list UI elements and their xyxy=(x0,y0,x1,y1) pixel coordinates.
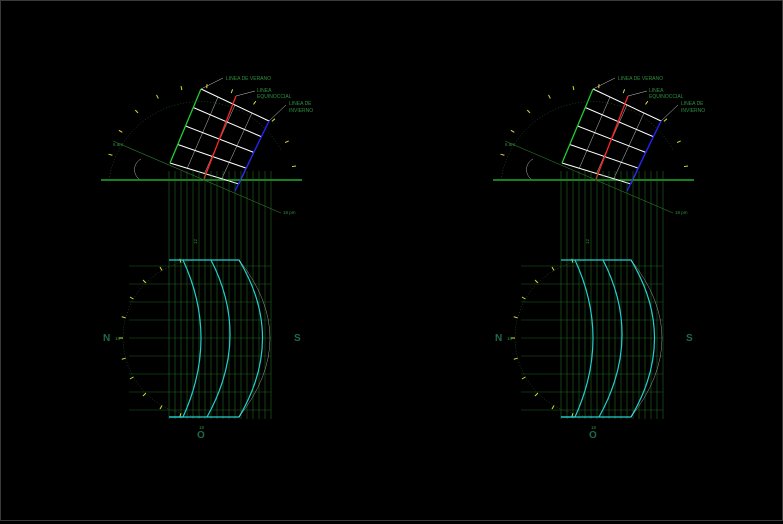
west-label: O xyxy=(589,430,597,441)
hour-tick xyxy=(527,110,530,113)
reference-line xyxy=(505,141,673,213)
label-leader xyxy=(593,78,615,89)
hour-label-noon: 12 xyxy=(585,238,590,244)
drawing-canvas: LINEA DE VERANOLINEAEQUINOCCIALLINEA DEI… xyxy=(0,0,783,521)
angle-arc xyxy=(135,159,141,179)
hour-label-noon: 12 xyxy=(193,238,198,244)
north-label: N xyxy=(103,333,110,344)
hour-tick xyxy=(285,141,289,143)
plan-hour-tick xyxy=(143,280,146,283)
plan-hour-tick xyxy=(535,393,538,396)
label-leader xyxy=(661,105,678,121)
hour-tick xyxy=(623,89,624,93)
hour-tick xyxy=(157,95,159,99)
plan-hour-tick xyxy=(160,267,162,270)
hour-tick xyxy=(109,154,113,155)
west-tag: 18 xyxy=(199,425,205,430)
plan-hour-tick xyxy=(522,297,525,299)
winter-sun-path xyxy=(561,260,655,417)
plan-hour-tick xyxy=(552,406,554,409)
hour-tick xyxy=(573,86,574,90)
plan-hour-tick xyxy=(160,406,162,409)
hour-tick xyxy=(254,101,256,104)
hour-tick xyxy=(664,119,667,122)
plan-hour-tick xyxy=(130,297,133,299)
equinox-line xyxy=(204,96,236,179)
hour-tick xyxy=(119,130,122,132)
plan-hour-tick xyxy=(180,259,181,263)
plan-hour-tick xyxy=(122,358,126,359)
north-tag: 18 xyxy=(507,336,513,341)
outer-boundary xyxy=(631,260,662,417)
plate-col-line xyxy=(187,97,218,168)
label-leader xyxy=(236,91,255,96)
plan-hour-tick xyxy=(130,377,133,379)
plate-col-line xyxy=(579,97,610,168)
summer-line xyxy=(170,89,201,163)
north-label: N xyxy=(495,333,502,344)
equinox-line-label-2: EQUINOCCIAL xyxy=(257,94,292,100)
time-label-evening: 18 pm xyxy=(283,210,296,215)
hour-tick xyxy=(181,86,182,90)
winter-line-label-2: INVIERNO xyxy=(289,108,313,114)
plan-hour-tick xyxy=(552,267,554,270)
south-label: S xyxy=(686,333,693,344)
plan-hour-tick xyxy=(572,259,573,263)
hour-tick xyxy=(501,154,505,155)
plan-hour-tick xyxy=(514,358,518,359)
summer-line-label: LINEA DE VERANO xyxy=(618,76,663,82)
hour-tick xyxy=(292,166,296,167)
angle-arc xyxy=(527,159,533,179)
plan-hour-tick xyxy=(535,280,538,283)
cad-sheet: LINEA DE VERANOLINEAEQUINOCCIALLINEA DEI… xyxy=(1,1,782,520)
time-label-evening: 18 pm xyxy=(675,210,688,215)
winter-line-label: LINEA DE xyxy=(681,101,704,107)
plan-hour-tick xyxy=(122,317,126,318)
plan-hour-tick xyxy=(522,377,525,379)
outer-boundary xyxy=(239,260,270,417)
reference-line xyxy=(113,141,281,213)
hour-tick xyxy=(646,101,648,104)
label-leader xyxy=(628,91,647,96)
hour-tick xyxy=(135,110,138,113)
summer-line-label: LINEA DE VERANO xyxy=(226,76,271,82)
summer-sun-path xyxy=(561,260,593,417)
winter-sun-path xyxy=(169,260,263,417)
winter-line-label-2: INVIERNO xyxy=(681,108,705,114)
label-leader xyxy=(269,105,286,121)
hour-tick xyxy=(272,119,275,122)
summer-sun-path xyxy=(169,260,201,417)
equinox-line xyxy=(596,96,628,179)
time-label-morning: 6 am xyxy=(505,142,515,147)
sun-diagram-left: LINEA DE VERANOLINEAEQUINOCCIALLINEA DEI… xyxy=(101,76,313,441)
winter-line-label: LINEA DE xyxy=(289,101,312,107)
hour-tick xyxy=(231,89,232,93)
hour-tick xyxy=(549,95,551,99)
time-label-morning: 6 am xyxy=(113,142,123,147)
west-tag: 18 xyxy=(591,425,597,430)
hour-tick xyxy=(511,130,514,132)
summer-line xyxy=(562,89,593,163)
label-leader xyxy=(201,78,223,89)
south-label: S xyxy=(294,333,301,344)
sun-diagram-right: LINEA DE VERANOLINEAEQUINOCCIALLINEA DEI… xyxy=(493,76,705,441)
hour-tick xyxy=(684,166,688,167)
plan-hour-tick xyxy=(514,317,518,318)
hour-tick xyxy=(677,141,681,143)
plan-hour-tick xyxy=(143,393,146,396)
west-label: O xyxy=(197,430,205,441)
equinox-line-label-2: EQUINOCCIAL xyxy=(649,94,684,100)
north-tag: 18 xyxy=(115,336,121,341)
